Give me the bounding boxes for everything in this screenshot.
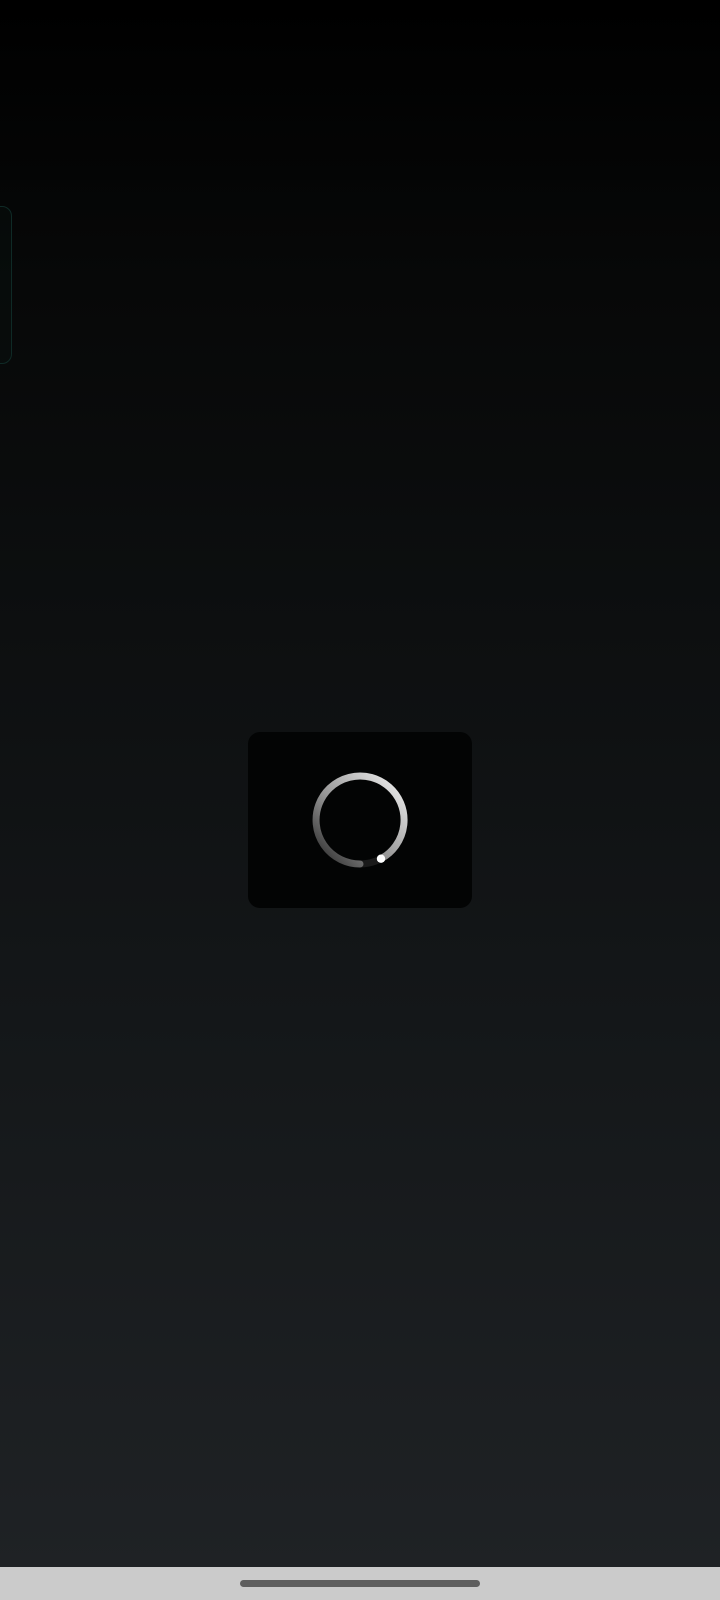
circular-progress-icon [312, 772, 408, 868]
home-indicator[interactable] [240, 1580, 480, 1587]
spinner-head [376, 854, 386, 863]
navigation-bar [0, 1567, 720, 1600]
app-screen [0, 0, 720, 1567]
spinner-arc [312, 772, 408, 868]
edge-panel-handle[interactable] [0, 206, 12, 364]
loading-dialog [248, 732, 472, 908]
